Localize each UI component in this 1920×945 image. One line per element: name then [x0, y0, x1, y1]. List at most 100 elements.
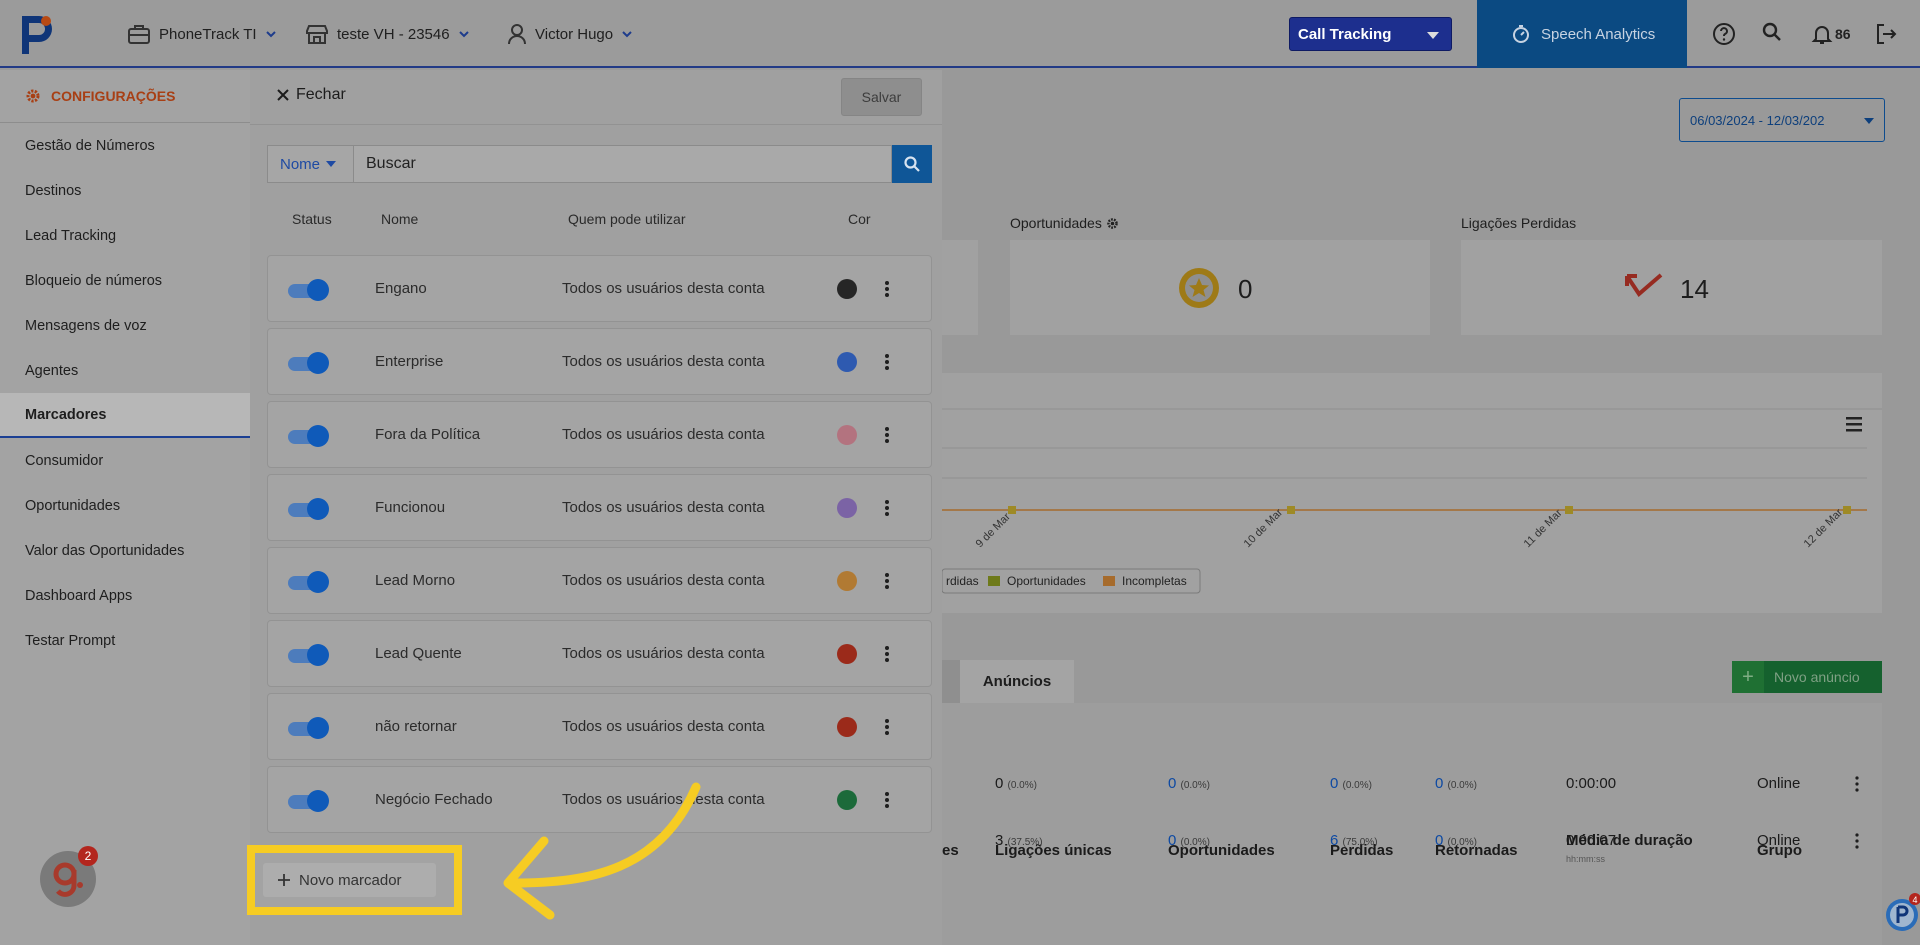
caret-down-icon [326, 161, 337, 167]
marker-name: Funcionou [375, 499, 446, 516]
table-cell[interactable]: 6 (75.0%) [1330, 832, 1378, 849]
marker-row: não retornar Todos os usuários desta cont… [267, 693, 932, 760]
sidebar-item-agentes[interactable]: Agentes [0, 348, 250, 393]
caret-down-icon [1427, 32, 1439, 39]
chart-point [1843, 506, 1851, 514]
kpi-label-opportunities: Oportunidades [1010, 215, 1119, 231]
kebab-menu-icon[interactable] [885, 791, 889, 809]
marker-name: não retornar [375, 718, 457, 735]
marker-color-swatch [837, 352, 857, 372]
date-range-picker[interactable]: 06/03/2024 - 12/03/202 [1679, 98, 1885, 142]
marker-row: Funcionou Todos os usuários desta conta [267, 474, 932, 541]
search-icon[interactable] [1760, 20, 1784, 44]
tutorial-arrow-icon [503, 782, 701, 920]
help-widget[interactable]: 4 [1884, 893, 1920, 933]
table-cell: 0:00:00 [1566, 775, 1617, 792]
close-button[interactable]: Fechar [276, 86, 346, 104]
top-bar: PhoneTrack TI teste VH - 23546 Victor Hu… [0, 0, 1920, 68]
marker-row: Fora da Política Todos os usuários desta … [267, 401, 932, 468]
marker-who: Todos os usuários desta conta [562, 499, 765, 516]
table-cell[interactable]: 0 (0.0%) [1168, 832, 1210, 849]
logout-icon[interactable] [1874, 22, 1898, 46]
kebab-menu-icon[interactable] [885, 353, 889, 371]
sidebar-item-destinos[interactable]: Destinos [0, 168, 250, 213]
sidebar-item-consumidor[interactable]: Consumidor [0, 438, 250, 483]
kpi-card-opportunities: 0 [1010, 240, 1430, 335]
status-toggle[interactable] [288, 352, 329, 374]
search-button[interactable] [892, 145, 932, 183]
help-icon[interactable] [1712, 22, 1736, 46]
kebab-menu-icon[interactable] [885, 718, 889, 736]
toggle-knob [307, 717, 329, 739]
sidebar-item-gest-o-de-n-meros[interactable]: Gestão de Números [0, 123, 250, 168]
status-toggle[interactable] [288, 790, 329, 812]
account-selector[interactable]: PhoneTrack TI [127, 0, 277, 68]
user-selector[interactable]: Victor Hugo [507, 0, 633, 68]
new-marker-button[interactable]: Novo marcador [263, 863, 436, 897]
kebab-menu-icon[interactable] [1855, 776, 1859, 792]
legend-item-incomplete: Incompletas [1122, 574, 1187, 588]
gear-icon[interactable] [1106, 217, 1119, 230]
column-header-name: Nome [381, 211, 419, 227]
marker-who: Todos os usuários desta conta [562, 645, 765, 662]
marker-color-swatch [837, 279, 857, 299]
sidebar-item-dashboard-apps[interactable]: Dashboard Apps [0, 573, 250, 618]
sidebar-item-lead-tracking[interactable]: Lead Tracking [0, 213, 250, 258]
kebab-menu-icon[interactable] [885, 572, 889, 590]
table-cell: 0:00:07 [1566, 832, 1617, 849]
kebab-menu-icon[interactable] [885, 280, 889, 298]
speech-analytics-button[interactable]: Speech Analytics [1477, 0, 1687, 68]
search-bar: Nome Buscar [267, 145, 932, 183]
marker-name: Engano [375, 280, 427, 297]
sidebar-item-oportunidades[interactable]: Oportunidades [0, 483, 250, 528]
chevron-down-icon [265, 31, 276, 38]
kebab-menu-icon[interactable] [885, 499, 889, 517]
dashboard-background: 06/03/2024 - 12/03/202 Oportunidades 0 L… [942, 70, 1920, 945]
tab-anuncios[interactable]: Anúncios [960, 660, 1074, 703]
new-ad-button[interactable]: + Novo anúncio [1732, 661, 1882, 693]
ads-table [942, 703, 1882, 945]
sidebar-item-marcadores[interactable]: Marcadores [0, 393, 250, 438]
status-toggle[interactable] [288, 717, 329, 739]
search-icon [904, 156, 920, 172]
sidebar-item-bloqueio-de-n-meros[interactable]: Bloqueio de números [0, 258, 250, 303]
sidebar-item-testar-prompt[interactable]: Testar Prompt [0, 618, 250, 663]
settings-sidebar: CONFIGURAÇÕES Gestão de Números Destinos L… [0, 70, 250, 945]
sidebar-item-mensagens-de-voz[interactable]: Mensagens de voz [0, 303, 250, 348]
legend-swatch [1103, 576, 1115, 586]
search-input[interactable]: Buscar [353, 145, 892, 183]
status-toggle[interactable] [288, 571, 329, 593]
marker-color-swatch [837, 498, 857, 518]
toggle-knob [307, 425, 329, 447]
kebab-menu-icon[interactable] [885, 426, 889, 444]
store-selector[interactable]: teste VH - 23546 [305, 0, 470, 68]
chart-point [1008, 506, 1016, 514]
g-logo-icon [53, 862, 83, 897]
table-cell[interactable]: 0 (0.0%) [1330, 775, 1372, 792]
table-cell[interactable]: 0 (0.0%) [1168, 775, 1210, 792]
calls-chart: 9 de Mar 10 de Mar 11 de Mar 12 de Mar r… [942, 373, 1882, 613]
save-button[interactable]: Salvar [841, 78, 922, 116]
chart-menu-icon[interactable] [1846, 417, 1862, 432]
search-filter-dropdown[interactable]: Nome [267, 145, 353, 183]
sidebar-item-valor-das-oportunidades[interactable]: Valor das Oportunidades [0, 528, 250, 573]
status-toggle[interactable] [288, 425, 329, 447]
status-toggle[interactable] [288, 644, 329, 666]
product-select[interactable]: Call Tracking [1289, 17, 1452, 51]
status-toggle[interactable] [288, 279, 329, 301]
marker-name: Lead Quente [375, 645, 462, 662]
marker-name: Fora da Política [375, 426, 481, 443]
kebab-menu-icon[interactable] [1855, 833, 1859, 849]
table-cell[interactable]: 0 (0.0%) [1435, 832, 1477, 849]
bell-icon[interactable] [1810, 22, 1834, 46]
status-toggle[interactable] [288, 498, 329, 520]
new-marker-highlight: Novo marcador [247, 845, 462, 915]
g-chat-badge: 2 [78, 846, 98, 866]
tab-partial[interactable] [942, 660, 962, 703]
plus-icon [278, 874, 290, 886]
kebab-menu-icon[interactable] [885, 645, 889, 663]
phonetrack-logo[interactable] [20, 12, 58, 56]
table-cell[interactable]: 0 (0.0%) [1435, 775, 1477, 792]
marker-row: Lead Quente Todos os usuários desta conta [267, 620, 932, 687]
chevron-down-icon [458, 31, 469, 38]
